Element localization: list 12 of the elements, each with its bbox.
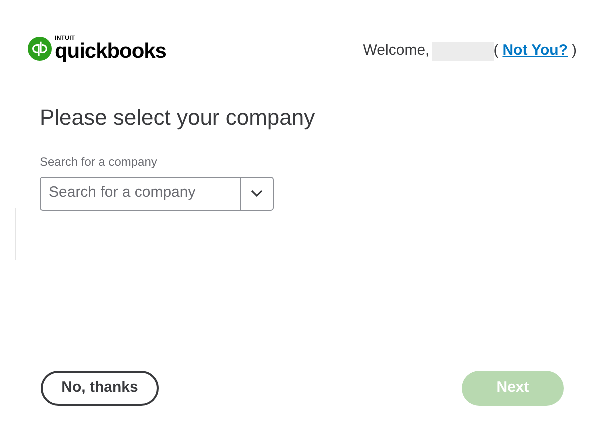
search-input[interactable]: Search for a company [41,178,240,210]
page-title: Please select your company [40,104,316,132]
not-you-link[interactable]: Not You? [502,40,568,62]
logo-wordmark: quickbooks [55,41,166,62]
logo-icon [28,37,52,62]
close-paren: ) [572,41,577,61]
company-combobox[interactable]: Search for a company [40,176,274,210]
chevron-down-icon[interactable] [251,190,263,198]
decline-button[interactable]: No, thanks [41,371,159,406]
open-paren: ( [494,41,499,61]
search-label: Search for a company [40,154,158,170]
welcome-text: Welcome, [363,41,430,61]
